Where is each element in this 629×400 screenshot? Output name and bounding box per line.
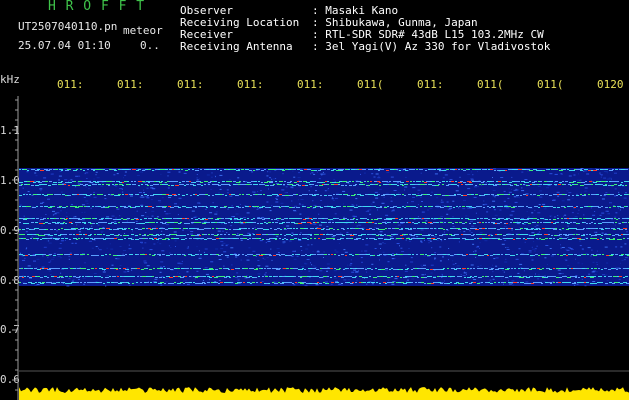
time-tick-label: 0120 bbox=[597, 78, 624, 91]
time-tick-label: 011( bbox=[477, 78, 504, 91]
observer-value: : Masaki Kano bbox=[312, 4, 399, 17]
time-tick-label: 011: bbox=[237, 78, 264, 91]
time-tick-label: 011( bbox=[537, 78, 564, 91]
frequency-axis bbox=[12, 96, 19, 400]
receiver-value: : RTL-SDR SDR# 43dB L15 103.2MHz CW bbox=[312, 28, 544, 41]
observer-label: Observer bbox=[180, 4, 233, 17]
file-name: UT2507040110.pn bbox=[18, 20, 118, 33]
timestamp-extra: 0.. bbox=[140, 39, 160, 52]
time-tick-label: 011: bbox=[417, 78, 444, 91]
file-tag: meteor bbox=[123, 24, 163, 37]
frequency-unit-label: kHz bbox=[0, 73, 20, 86]
receiver-label: Receiver bbox=[180, 28, 233, 41]
time-tick-label: 011: bbox=[177, 78, 204, 91]
time-tick-label: 011( bbox=[357, 78, 384, 91]
location-value: : Shibukawa, Gunma, Japan bbox=[312, 16, 478, 29]
spectrogram-plot bbox=[19, 96, 629, 400]
timestamp: 25.07.04 01:10 bbox=[18, 39, 111, 52]
time-tick-label: 011: bbox=[297, 78, 324, 91]
location-label: Receiving Location bbox=[180, 16, 300, 29]
antenna-value: : 3el Yagi(V) Az 330 for Vladivostok bbox=[312, 40, 551, 53]
app-logo: H R O F F T bbox=[48, 0, 146, 14]
time-tick-label: 011: bbox=[117, 78, 144, 91]
antenna-label: Receiving Antenna bbox=[180, 40, 293, 53]
time-tick-label: 011: bbox=[57, 78, 84, 91]
